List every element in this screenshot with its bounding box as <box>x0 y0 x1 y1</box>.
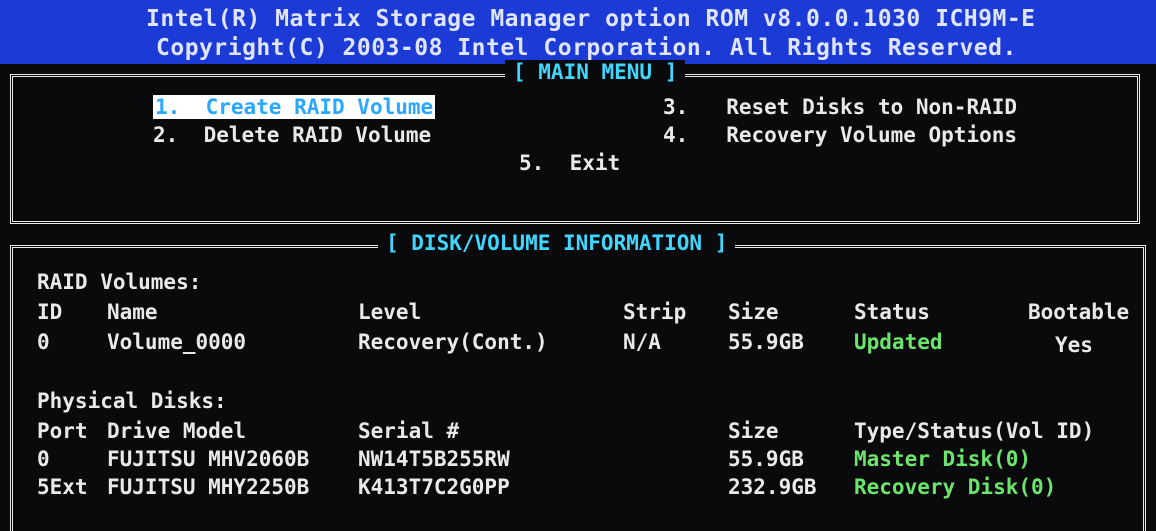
volume-bootable: Yes <box>1055 333 1093 357</box>
raid-volumes-heading: RAID Volumes: <box>37 270 202 294</box>
main-menu-panel: [ MAIN MENU ] 1. Create RAID Volume 2. D… <box>10 60 1140 224</box>
col-header-strip: Strip <box>623 300 687 324</box>
volume-strip: N/A <box>623 330 661 354</box>
main-menu-title: [ MAIN MENU ] <box>505 60 686 84</box>
col-header-drive-model: Drive Model <box>107 419 247 443</box>
disk-volume-title: [ DISK/VOLUME INFORMATION ] <box>378 231 736 255</box>
menu-item-label: Reset Disks to Non-RAID <box>726 95 1018 119</box>
rom-title: Intel(R) Matrix Storage Manager option R… <box>146 6 1036 32</box>
menu-item-reset-disks[interactable]: 3. Reset Disks to Non-RAID <box>663 95 1017 119</box>
col-header-level: Level <box>358 300 422 324</box>
col-header-port: Port <box>37 419 88 443</box>
col-header-name: Name <box>107 300 158 324</box>
disk-size: 232.9GB <box>728 475 817 499</box>
physical-disks-heading: Physical Disks: <box>37 389 227 413</box>
disk-port: 5Ext <box>37 475 88 499</box>
disk-serial: K413T7C2G0PP <box>358 475 510 499</box>
menu-item-label: Create RAID Volume <box>205 95 434 119</box>
disk-model: FUJITSU MHY2250B <box>107 475 310 499</box>
disk-serial: NW14T5B255RW <box>358 447 510 471</box>
disk-type-status: Recovery Disk(0) <box>854 475 1057 499</box>
disk-size: 55.9GB <box>728 447 804 471</box>
menu-item-number: 1. <box>155 95 181 119</box>
volume-size: 55.9GB <box>728 330 804 354</box>
menu-item-label: Recovery Volume Options <box>726 123 1018 147</box>
menu-item-label: Exit <box>569 151 621 175</box>
menu-item-number: 5. <box>519 151 545 175</box>
menu-item-number: 2. <box>153 123 179 147</box>
volume-name: Volume_0000 <box>107 330 247 354</box>
menu-item-exit[interactable]: 5. Exit <box>519 151 620 175</box>
menu-item-create-raid[interactable]: 1. Create RAID Volume <box>153 95 436 119</box>
col-header-size: Size <box>728 300 779 324</box>
bios-screen: Intel(R) Matrix Storage Manager option R… <box>0 0 1156 531</box>
disk-port: 0 <box>37 447 50 471</box>
disk-model: FUJITSU MHV2060B <box>107 447 310 471</box>
menu-item-label: Delete RAID Volume <box>203 123 432 147</box>
disk-type-status: Master Disk(0) <box>854 447 1032 471</box>
menu-item-number: 4. <box>663 123 689 147</box>
col-header-status: Status <box>854 300 930 324</box>
header-bar: Intel(R) Matrix Storage Manager option R… <box>0 0 1156 64</box>
menu-item-number: 3. <box>663 95 689 119</box>
volume-level: Recovery(Cont.) <box>358 330 548 354</box>
menu-item-delete-raid[interactable]: 2. Delete RAID Volume <box>153 123 431 147</box>
volume-id: 0 <box>37 330 50 354</box>
volume-status: Updated <box>854 330 943 354</box>
disk-volume-panel: [ DISK/VOLUME INFORMATION ] RAID Volumes… <box>10 231 1146 531</box>
col-header-bootable: Bootable <box>1028 300 1130 324</box>
col-header-serial: Serial # <box>358 419 460 443</box>
col-header-disk-size: Size <box>728 419 779 443</box>
copyright-text: Copyright(C) 2003-08 Intel Corporation. … <box>156 35 1017 61</box>
menu-item-recovery-options[interactable]: 4. Recovery Volume Options <box>663 123 1017 147</box>
col-header-id: ID <box>37 300 63 324</box>
col-header-type-status: Type/Status(Vol ID) <box>854 419 1095 443</box>
